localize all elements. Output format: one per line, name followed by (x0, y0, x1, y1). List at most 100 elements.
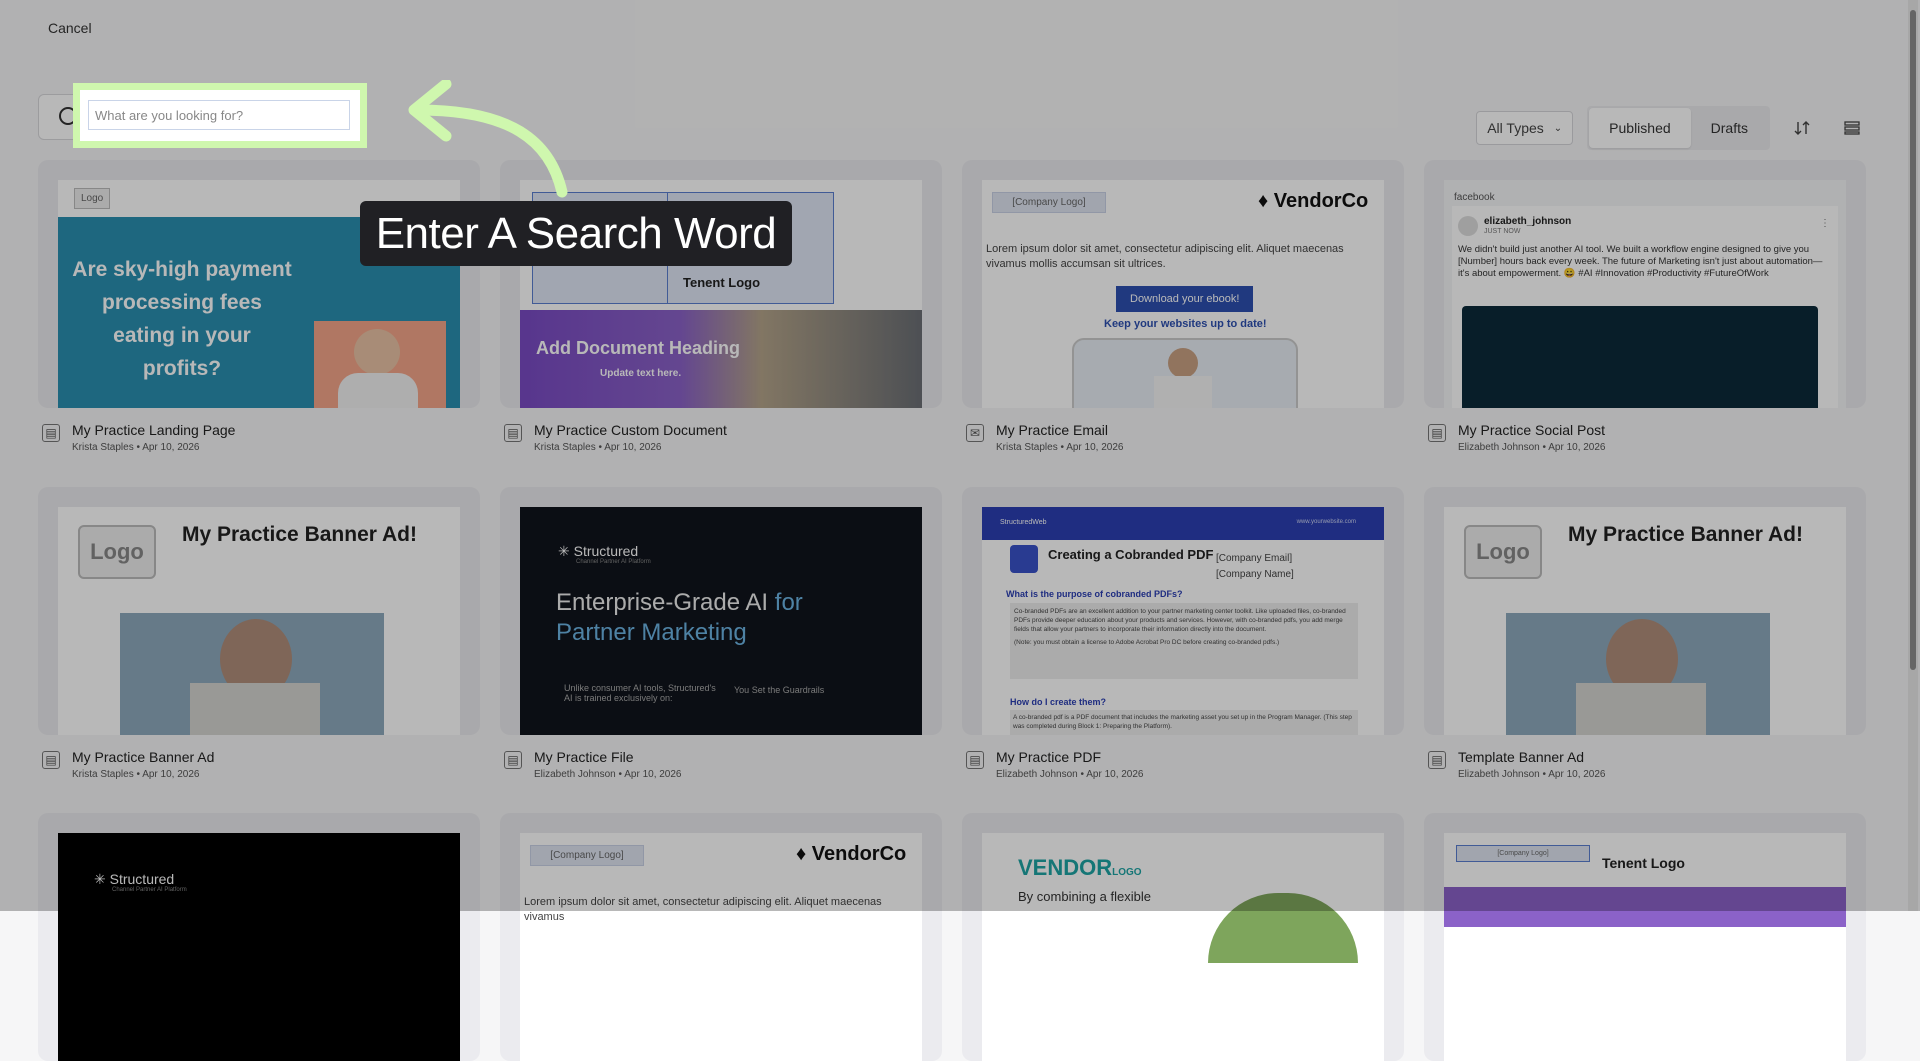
asset-card-row3-1[interactable]: ✳ Structured Channel Partner AI Platform (38, 813, 480, 1061)
heading-banner (1444, 887, 1846, 927)
social-network-label: facebook (1454, 192, 1495, 203)
vendor-image (1208, 893, 1358, 963)
tab-published[interactable]: Published (1589, 108, 1691, 148)
banner-ad-icon: ▤ (42, 751, 60, 769)
pdf-heading: Creating a Cobranded PDF (1048, 547, 1214, 562)
vendorco-mark-icon: ♦ (796, 843, 807, 865)
vendor-logo: VENDORLOGO (1018, 855, 1142, 880)
email-icon: ✉ (966, 424, 984, 442)
card-thumbnail: VENDORLOGO By combining a flexible (962, 813, 1404, 1061)
asset-card-social-post[interactable]: facebook elizabeth_johnson JUST NOW ⋮ We… (1424, 160, 1866, 462)
pdf-url: www.yourwebsite.com (1296, 519, 1356, 525)
structured-tagline: Channel Partner AI Platform (112, 887, 187, 893)
card-title: My Practice File (534, 749, 634, 765)
toolbar: All Types ⌄ Published Drafts (1476, 106, 1870, 150)
company-logo-placeholder: [Company Logo] (992, 192, 1106, 213)
document-preview: [Company Logo] Tenent Logo (1444, 833, 1846, 1061)
asset-card-file[interactable]: ✳ Structured Channel Partner AI Platform… (500, 487, 942, 789)
social-post-body: elizabeth_johnson JUST NOW ⋮ We didn't b… (1452, 206, 1838, 408)
asset-card-email[interactable]: [Company Logo] ♦ VendorCo Lorem ipsum do… (962, 160, 1404, 462)
tab-drafts[interactable]: Drafts (1691, 108, 1768, 148)
document-icon: ▤ (504, 424, 522, 442)
file-column-1: Unlike consumer AI tools, Structured's A… (564, 683, 716, 703)
hero-headline: Are sky-high payment processing fees eat… (72, 258, 292, 380)
download-ebook-button[interactable]: Download your ebook! (1116, 286, 1254, 312)
status-toggle: Published Drafts (1587, 106, 1770, 150)
pdf-book-icon (1010, 545, 1038, 573)
file-column-2: You Set the Guardrails (734, 685, 825, 695)
email-preview: [Company Logo] ♦ VendorCo Lorem ipsum do… (982, 180, 1384, 408)
vendorco-mark-icon: ♦ (1258, 190, 1269, 212)
type-select-value: All Types (1487, 120, 1544, 136)
document-heading: Add Document Heading (536, 338, 741, 358)
pdf-name-field: [Company Name] (1216, 569, 1294, 580)
chevron-down-icon: ⌄ (1553, 122, 1563, 134)
vendor-preview: VENDORLOGO By combining a flexible (982, 833, 1384, 1061)
card-thumbnail: facebook elizabeth_johnson JUST NOW ⋮ We… (1424, 160, 1866, 408)
structured-tagline: Channel Partner AI Platform (576, 559, 651, 565)
banner-ad-preview: Logo My Practice Banner Ad! (58, 507, 460, 735)
card-title: My Practice Landing Page (72, 422, 236, 438)
file-icon: ▤ (504, 751, 522, 769)
tenent-logo-label: Tenent Logo (683, 275, 761, 290)
pdf-question-1: What is the purpose of cobranded PDFs? (1006, 589, 1183, 599)
search-input[interactable] (88, 100, 350, 130)
card-subtitle: Elizabeth Johnson • Apr 10, 2026 (1458, 442, 1606, 453)
asset-card-pdf[interactable]: StructuredWeb www.yourwebsite.com Creati… (962, 487, 1404, 789)
landing-page-icon: ▤ (42, 424, 60, 442)
pdf-icon: ▤ (966, 751, 984, 769)
banner-heading: My Practice Banner Ad! (182, 523, 417, 546)
card-thumbnail: [Company Logo] Tenent Logo (1424, 813, 1866, 1061)
card-title: My Practice PDF (996, 749, 1102, 765)
file-heading-line2: Partner Marketing (556, 619, 747, 646)
post-time: JUST NOW (1484, 228, 1521, 235)
logo-placeholder: Logo (78, 525, 156, 579)
banner-heading: My Practice Banner Ad! (1568, 523, 1803, 546)
pdf-paragraph-2: A co-branded pdf is a PDF document that … (1010, 710, 1358, 735)
tenent-logo-label: Tenent Logo (1602, 855, 1685, 871)
keep-websites-link[interactable]: Keep your websites up to date! (1104, 318, 1267, 330)
card-subtitle: Krista Staples • Apr 10, 2026 (72, 769, 200, 780)
scrollbar[interactable] (1908, 0, 1918, 911)
structured-logo: ✳ Structured (94, 871, 175, 887)
email-body: Lorem ipsum dolor sit amet, consectetur … (524, 896, 882, 923)
asset-card-banner-ad[interactable]: Logo My Practice Banner Ad! ▤ My Practic… (38, 487, 480, 789)
post-image (1462, 306, 1818, 408)
pdf-question-2: How do I create them? (1010, 697, 1107, 707)
card-thumbnail: [Company Logo] ♦ VendorCo Lorem ipsum do… (962, 160, 1404, 408)
file-heading: Enterprise-Grade AI for (556, 589, 803, 616)
card-subtitle: Elizabeth Johnson • Apr 10, 2026 (534, 769, 682, 780)
pointer-arrow-icon (408, 80, 568, 198)
card-subtitle: Krista Staples • Apr 10, 2026 (996, 442, 1124, 453)
list-view-icon[interactable] (1834, 110, 1870, 146)
email-body: Lorem ipsum dolor sit amet, consectetur … (986, 243, 1344, 270)
cancel-link[interactable]: Cancel (48, 20, 92, 36)
avatar (1458, 216, 1478, 236)
card-thumbnail: StructuredWeb www.yourwebsite.com Creati… (962, 487, 1404, 735)
company-logo-placeholder: [Company Logo] (530, 845, 644, 866)
pdf-email-field: [Company Email] (1216, 553, 1293, 564)
social-post-icon: ▤ (1428, 424, 1446, 442)
document-subheading: Update text here. (600, 368, 682, 379)
structured-logo: ✳ Structured (558, 543, 639, 559)
vendorco-logo: ♦ VendorCo (1258, 190, 1369, 212)
card-thumbnail: ✳ Structured Channel Partner AI Platform… (500, 487, 942, 735)
asset-card-row3-2[interactable]: [Company Logo] ♦ VendorCo Lorem ipsum do… (500, 813, 942, 1061)
email-preview: [Company Logo] ♦ VendorCo Lorem ipsum do… (520, 833, 922, 1061)
banner-photo (120, 613, 384, 735)
heading-banner: Add Document Heading Update text here. (520, 310, 922, 408)
type-select[interactable]: All Types ⌄ (1476, 111, 1574, 145)
banner-photo (1506, 613, 1770, 735)
more-options-icon: ⋮ (1820, 218, 1830, 229)
card-thumbnail: ✳ Structured Channel Partner AI Platform (38, 813, 480, 1061)
card-subtitle: Elizabeth Johnson • Apr 10, 2026 (1458, 769, 1606, 780)
asset-card-template-banner-ad[interactable]: Logo My Practice Banner Ad! ▤ Template B… (1424, 487, 1866, 789)
pdf-brand: StructuredWeb (1000, 519, 1047, 526)
vendorco-logo: ♦ VendorCo (796, 843, 907, 865)
post-username: elizabeth_johnson (1484, 216, 1572, 227)
sort-icon[interactable] (1784, 110, 1820, 146)
asset-card-row3-3[interactable]: VENDORLOGO By combining a flexible (962, 813, 1404, 1061)
asset-card-row3-4[interactable]: [Company Logo] Tenent Logo (1424, 813, 1866, 1061)
card-subtitle: Krista Staples • Apr 10, 2026 (72, 442, 200, 453)
card-subtitle: Elizabeth Johnson • Apr 10, 2026 (996, 769, 1144, 780)
